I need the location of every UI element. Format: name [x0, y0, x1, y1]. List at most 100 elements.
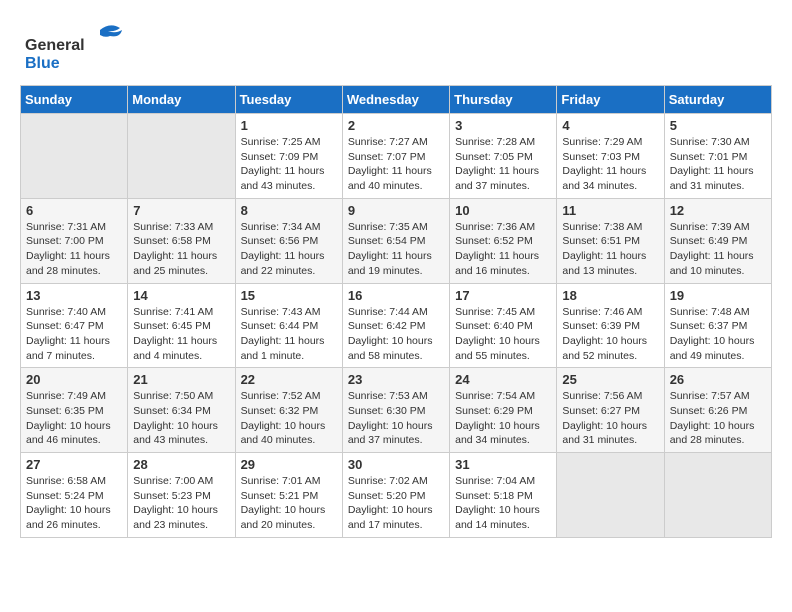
day-number: 5 [670, 118, 766, 133]
calendar-cell: 3Sunrise: 7:28 AMSunset: 7:05 PMDaylight… [450, 114, 557, 199]
day-info: Sunrise: 7:50 AMSunset: 6:34 PMDaylight:… [133, 389, 229, 448]
day-info: Sunrise: 7:27 AMSunset: 7:07 PMDaylight:… [348, 135, 444, 194]
day-info: Sunrise: 7:54 AMSunset: 6:29 PMDaylight:… [455, 389, 551, 448]
day-number: 12 [670, 203, 766, 218]
day-info: Sunrise: 7:38 AMSunset: 6:51 PMDaylight:… [562, 220, 658, 279]
day-number: 13 [26, 288, 122, 303]
calendar-cell: 5 Sunrise: 7:30 AMSunset: 7:01 PMDaylight… [664, 114, 771, 199]
calendar-cell: 10Sunrise: 7:36 AMSunset: 6:52 PMDayligh… [450, 198, 557, 283]
day-number: 2 [348, 118, 444, 133]
day-info: Sunrise: 7:40 AMSunset: 6:47 PMDaylight:… [26, 305, 122, 364]
calendar-cell: 12 Sunrise: 7:39 AMSunset: 6:49 PMDayligh… [664, 198, 771, 283]
day-info: Sunrise: 7:30 AMSunset: 7:01 PMDaylight:… [670, 135, 766, 194]
day-info: Sunrise: 7:57 AMSunset: 6:26 PMDaylight:… [670, 389, 766, 448]
day-info: Sunrise: 7:45 AMSunset: 6:40 PMDaylight:… [455, 305, 551, 364]
day-info: Sunrise: 7:52 AMSunset: 6:32 PMDaylight:… [241, 389, 337, 448]
day-number: 8 [241, 203, 337, 218]
calendar-cell [664, 453, 771, 538]
calendar-week-row: 1 Sunrise: 7:25 AMSunset: 7:09 PMDaylight… [21, 114, 772, 199]
calendar-cell: 2 Sunrise: 7:27 AMSunset: 7:07 PMDaylight… [342, 114, 449, 199]
day-info: Sunrise: 7:53 AMSunset: 6:30 PMDaylight:… [348, 389, 444, 448]
calendar-cell: 8 Sunrise: 7:34 AMSunset: 6:56 PMDaylight… [235, 198, 342, 283]
day-number: 31 [455, 457, 551, 472]
day-info: Sunrise: 7:46 AMSunset: 6:39 PMDaylight:… [562, 305, 658, 364]
day-info: Sunrise: 7:36 AMSunset: 6:52 PMDaylight:… [455, 220, 551, 279]
calendar-cell: 23Sunrise: 7:53 AMSunset: 6:30 PMDayligh… [342, 368, 449, 453]
calendar-cell: 17 Sunrise: 7:45 AMSunset: 6:40 PMDayligh… [450, 283, 557, 368]
day-info: Sunrise: 6:58 AMSunset: 5:24 PMDaylight:… [26, 474, 122, 533]
day-info: Sunrise: 7:41 AMSunset: 6:45 PMDaylight:… [133, 305, 229, 364]
calendar-table: SundayMondayTuesdayWednesdayThursdayFrid… [20, 85, 772, 538]
weekday-header-tuesday: Tuesday [235, 86, 342, 114]
svg-text:General: General [25, 37, 85, 54]
day-number: 16 [348, 288, 444, 303]
day-info: Sunrise: 7:31 AMSunset: 7:00 PMDaylight:… [26, 220, 122, 279]
day-number: 19 [670, 288, 766, 303]
day-info: Sunrise: 7:56 AMSunset: 6:27 PMDaylight:… [562, 389, 658, 448]
calendar-cell [557, 453, 664, 538]
day-number: 1 [241, 118, 337, 133]
day-info: Sunrise: 7:00 AMSunset: 5:23 PMDaylight:… [133, 474, 229, 533]
calendar-cell: 1 Sunrise: 7:25 AMSunset: 7:09 PMDaylight… [235, 114, 342, 199]
day-number: 6 [26, 203, 122, 218]
calendar-cell: 24 Sunrise: 7:54 AMSunset: 6:29 PMDayligh… [450, 368, 557, 453]
calendar-cell [128, 114, 235, 199]
calendar-cell: 20 Sunrise: 7:49 AMSunset: 6:35 PMDayligh… [21, 368, 128, 453]
calendar-week-row: 20 Sunrise: 7:49 AMSunset: 6:35 PMDayligh… [21, 368, 772, 453]
calendar-cell: 13 Sunrise: 7:40 AMSunset: 6:47 PMDayligh… [21, 283, 128, 368]
day-info: Sunrise: 7:01 AMSunset: 5:21 PMDaylight:… [241, 474, 337, 533]
calendar-cell: 28 Sunrise: 7:00 AMSunset: 5:23 PMDayligh… [128, 453, 235, 538]
day-number: 7 [133, 203, 229, 218]
day-number: 18 [562, 288, 658, 303]
weekday-header-monday: Monday [128, 86, 235, 114]
logo: General Blue [20, 20, 140, 75]
logo-svg: General Blue [20, 20, 140, 75]
calendar-cell: 26 Sunrise: 7:57 AMSunset: 6:26 PMDayligh… [664, 368, 771, 453]
day-info: Sunrise: 7:25 AMSunset: 7:09 PMDaylight:… [241, 135, 337, 194]
calendar-cell: 31 Sunrise: 7:04 AMSunset: 5:18 PMDayligh… [450, 453, 557, 538]
day-number: 25 [562, 372, 658, 387]
calendar-cell: 11Sunrise: 7:38 AMSunset: 6:51 PMDayligh… [557, 198, 664, 283]
calendar-cell: 27 Sunrise: 6:58 AMSunset: 5:24 PMDayligh… [21, 453, 128, 538]
day-info: Sunrise: 7:02 AMSunset: 5:20 PMDaylight:… [348, 474, 444, 533]
day-number: 27 [26, 457, 122, 472]
day-number: 30 [348, 457, 444, 472]
weekday-header-thursday: Thursday [450, 86, 557, 114]
day-info: Sunrise: 7:28 AMSunset: 7:05 PMDaylight:… [455, 135, 551, 194]
calendar-cell [21, 114, 128, 199]
day-number: 22 [241, 372, 337, 387]
day-number: 20 [26, 372, 122, 387]
calendar-cell: 21 Sunrise: 7:50 AMSunset: 6:34 PMDayligh… [128, 368, 235, 453]
weekday-header-saturday: Saturday [664, 86, 771, 114]
weekday-header-friday: Friday [557, 86, 664, 114]
weekday-header-row: SundayMondayTuesdayWednesdayThursdayFrid… [21, 86, 772, 114]
day-number: 14 [133, 288, 229, 303]
day-info: Sunrise: 7:04 AMSunset: 5:18 PMDaylight:… [455, 474, 551, 533]
day-number: 26 [670, 372, 766, 387]
day-number: 29 [241, 457, 337, 472]
day-number: 28 [133, 457, 229, 472]
calendar-cell: 4Sunrise: 7:29 AMSunset: 7:03 PMDaylight… [557, 114, 664, 199]
day-number: 17 [455, 288, 551, 303]
day-info: Sunrise: 7:34 AMSunset: 6:56 PMDaylight:… [241, 220, 337, 279]
day-number: 4 [562, 118, 658, 133]
day-info: Sunrise: 7:33 AMSunset: 6:58 PMDaylight:… [133, 220, 229, 279]
calendar-cell: 22 Sunrise: 7:52 AMSunset: 6:32 PMDayligh… [235, 368, 342, 453]
day-number: 24 [455, 372, 551, 387]
day-number: 15 [241, 288, 337, 303]
day-info: Sunrise: 7:43 AMSunset: 6:44 PMDaylight:… [241, 305, 337, 364]
day-number: 21 [133, 372, 229, 387]
day-info: Sunrise: 7:49 AMSunset: 6:35 PMDaylight:… [26, 389, 122, 448]
calendar-cell: 16 Sunrise: 7:44 AMSunset: 6:42 PMDayligh… [342, 283, 449, 368]
calendar-cell: 6 Sunrise: 7:31 AMSunset: 7:00 PMDaylight… [21, 198, 128, 283]
calendar-cell: 30 Sunrise: 7:02 AMSunset: 5:20 PMDayligh… [342, 453, 449, 538]
calendar-cell: 19Sunrise: 7:48 AMSunset: 6:37 PMDayligh… [664, 283, 771, 368]
weekday-header-sunday: Sunday [21, 86, 128, 114]
calendar-cell: 25 Sunrise: 7:56 AMSunset: 6:27 PMDayligh… [557, 368, 664, 453]
calendar-cell: 9Sunrise: 7:35 AMSunset: 6:54 PMDaylight… [342, 198, 449, 283]
svg-text:Blue: Blue [25, 55, 60, 72]
calendar-week-row: 27 Sunrise: 6:58 AMSunset: 5:24 PMDayligh… [21, 453, 772, 538]
day-info: Sunrise: 7:39 AMSunset: 6:49 PMDaylight:… [670, 220, 766, 279]
day-number: 9 [348, 203, 444, 218]
day-info: Sunrise: 7:44 AMSunset: 6:42 PMDaylight:… [348, 305, 444, 364]
